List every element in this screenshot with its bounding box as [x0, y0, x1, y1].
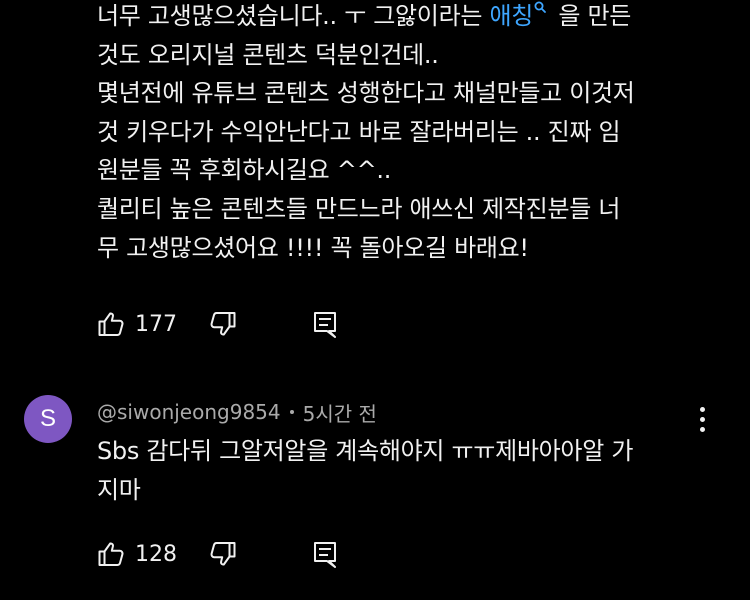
comment-line: Sbs 감다뒤 그알저알을 계속해야지 ㅠㅠ제바아아알 가 — [97, 437, 634, 465]
reply-button[interactable] — [311, 537, 339, 571]
comment-line: 지마 — [97, 475, 141, 504]
comment-line: 무 고생많으셨어요 !!!! 꼭 돌아오길 바래요! — [97, 233, 529, 262]
reply-comment-icon — [314, 542, 336, 568]
like-button[interactable]: 177 — [97, 307, 177, 341]
like-count: 128 — [135, 541, 177, 567]
comment-text: Sbs 감다뒤 그알저알을 계속해야지 ㅠㅠ제바아아알 가 지마 — [97, 432, 633, 509]
comment-line: 것도 오리지널 콘텐츠 덕분인건데.. — [97, 40, 439, 69]
more-options-button[interactable] — [690, 402, 714, 436]
reply-button[interactable] — [311, 307, 339, 341]
comment-action-bar: 177 — [97, 307, 417, 341]
avatar[interactable]: S — [24, 395, 72, 443]
thumbs-up-icon — [98, 542, 124, 566]
like-button[interactable]: 128 — [97, 537, 177, 571]
comment-text: 너무 고생많으셨습니다.. ㅜ 그앓이라는 애칭 을 만든 것도 오리지널 콘텐… — [97, 0, 635, 267]
comment-line: 것 키우다가 수익안난다고 바로 잘라버리는 .. 진짜 임 — [97, 117, 621, 146]
more-vertical-icon — [699, 406, 705, 412]
comment-author[interactable]: @siwonjeong9854 — [97, 400, 281, 424]
search-link[interactable]: 애칭 — [489, 1, 551, 30]
thumbs-down-icon — [210, 542, 236, 566]
separator-dot — [289, 410, 294, 414]
search-icon — [534, 1, 546, 13]
reply-comment-icon — [314, 312, 336, 338]
comment-line: 몇년전에 유튜브 콘텐츠 성행한다고 채널만들고 이것저 — [97, 79, 635, 108]
thumbs-up-icon — [98, 312, 124, 336]
comment-line: 원분들 꼭 후회하시길요 ^^.. — [97, 156, 392, 185]
avatar-letter: S — [39, 405, 56, 432]
dislike-button[interactable] — [209, 537, 237, 571]
dislike-button[interactable] — [209, 307, 237, 341]
comment-action-bar: 128 — [97, 537, 417, 571]
comment-header: @siwonjeong9854 5시간 전 — [97, 397, 377, 427]
like-count: 177 — [135, 311, 177, 337]
comment-line: 퀄리티 높은 콘텐츠들 만드느라 애쓰신 제작진분들 너 — [97, 194, 621, 223]
thumbs-down-icon — [210, 312, 236, 336]
comment-line: 너무 고생많으셨습니다.. ㅜ 그앓이라는 애칭 을 만든 — [97, 1, 632, 30]
comment-time: 5시간 전 — [302, 401, 377, 426]
